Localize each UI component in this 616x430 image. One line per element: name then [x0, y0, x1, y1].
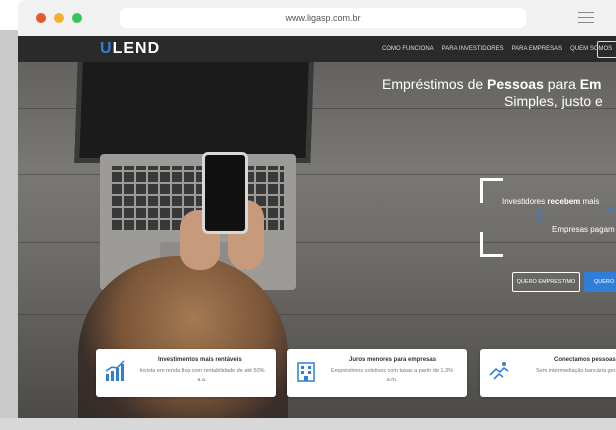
feature-1-suffix: mais: [580, 197, 600, 206]
hero-title-bold-2: Em: [579, 76, 602, 92]
address-bar[interactable]: www.ligasp.com.br: [120, 8, 526, 28]
feature-card-investimentos[interactable]: Investimentos mais rentáveis Invista em …: [96, 349, 276, 397]
arrow-right-icon: ⇆: [606, 204, 615, 215]
browser-chrome: www.ligasp.com.br: [18, 0, 616, 36]
maximize-window-button[interactable]: [72, 13, 82, 23]
quero-cta-button[interactable]: QUERO C: [584, 272, 616, 292]
feature-card-juros[interactable]: Juros menores para empresas Empréstimos …: [287, 349, 467, 397]
feature-1-bold: recebem: [547, 197, 581, 206]
card-title: Conectamos pessoas: [554, 357, 616, 363]
hero-feature-companies: Empresas pagam: [552, 225, 615, 234]
site-navbar: ULEND COMO FUNCIONA PARA INVESTIDORES PA…: [18, 36, 616, 62]
bracket-top-left-decoration: [480, 178, 503, 203]
smartphone-image: [202, 152, 248, 234]
quero-emprestimo-button[interactable]: QUERO EMPRESTIMO: [512, 272, 580, 292]
nav-login-button[interactable]: [597, 41, 616, 58]
hero-title-bold: Pessoas: [487, 76, 544, 92]
card-title: Juros menores para empresas: [349, 357, 437, 363]
hero-title-mid: para: [543, 76, 580, 92]
card-text: Empréstimos coletivos com taxas a partir…: [331, 368, 453, 383]
curved-arrow-icon: [538, 208, 550, 224]
handshake-icon: [489, 362, 509, 380]
chart-growth-icon: [105, 360, 125, 381]
bracket-bottom-left-decoration: [480, 232, 503, 257]
nav-links: COMO FUNCIONA PARA INVESTIDORES PARA EMP…: [382, 36, 616, 62]
hero-title: Empréstimos de Pessoas para Em: [382, 76, 616, 92]
card-text: Invista em renda fixa com rentabilidade …: [139, 368, 265, 383]
hero-feature-investors: Investidores recebem mais: [502, 197, 599, 206]
card-text: Sem intermediação bancária gera valor: [536, 368, 616, 374]
feature-1-prefix: Investidores: [502, 197, 548, 206]
hero-subtitle: Simples, justo e: [504, 93, 603, 109]
card-title: Investimentos mais rentáveis: [158, 357, 242, 363]
page-viewport: ULEND COMO FUNCIONA PARA INVESTIDORES PA…: [18, 36, 616, 418]
nav-link-como-funciona[interactable]: COMO FUNCIONA: [382, 46, 434, 52]
logo-wordmark: LEND: [112, 40, 161, 57]
building-icon: [297, 362, 315, 382]
hero-title-prefix: Empréstimos de: [382, 76, 488, 92]
nav-link-para-investidores[interactable]: PARA INVESTIDORES: [442, 46, 504, 52]
minimize-window-button[interactable]: [54, 13, 64, 23]
feature-card-conectamos[interactable]: Conectamos pessoas Sem intermediação ban…: [480, 349, 616, 397]
laptop-screen-image: [74, 62, 314, 163]
site-logo[interactable]: ULEND: [100, 39, 160, 59]
page-shadow-left: [0, 30, 18, 430]
nav-link-para-empresas[interactable]: PARA EMPRESAS: [512, 46, 563, 52]
close-window-button[interactable]: [36, 13, 46, 23]
logo-mark: U: [100, 40, 113, 57]
hamburger-menu-icon[interactable]: [578, 12, 594, 24]
page-shadow-bottom: [0, 418, 616, 430]
